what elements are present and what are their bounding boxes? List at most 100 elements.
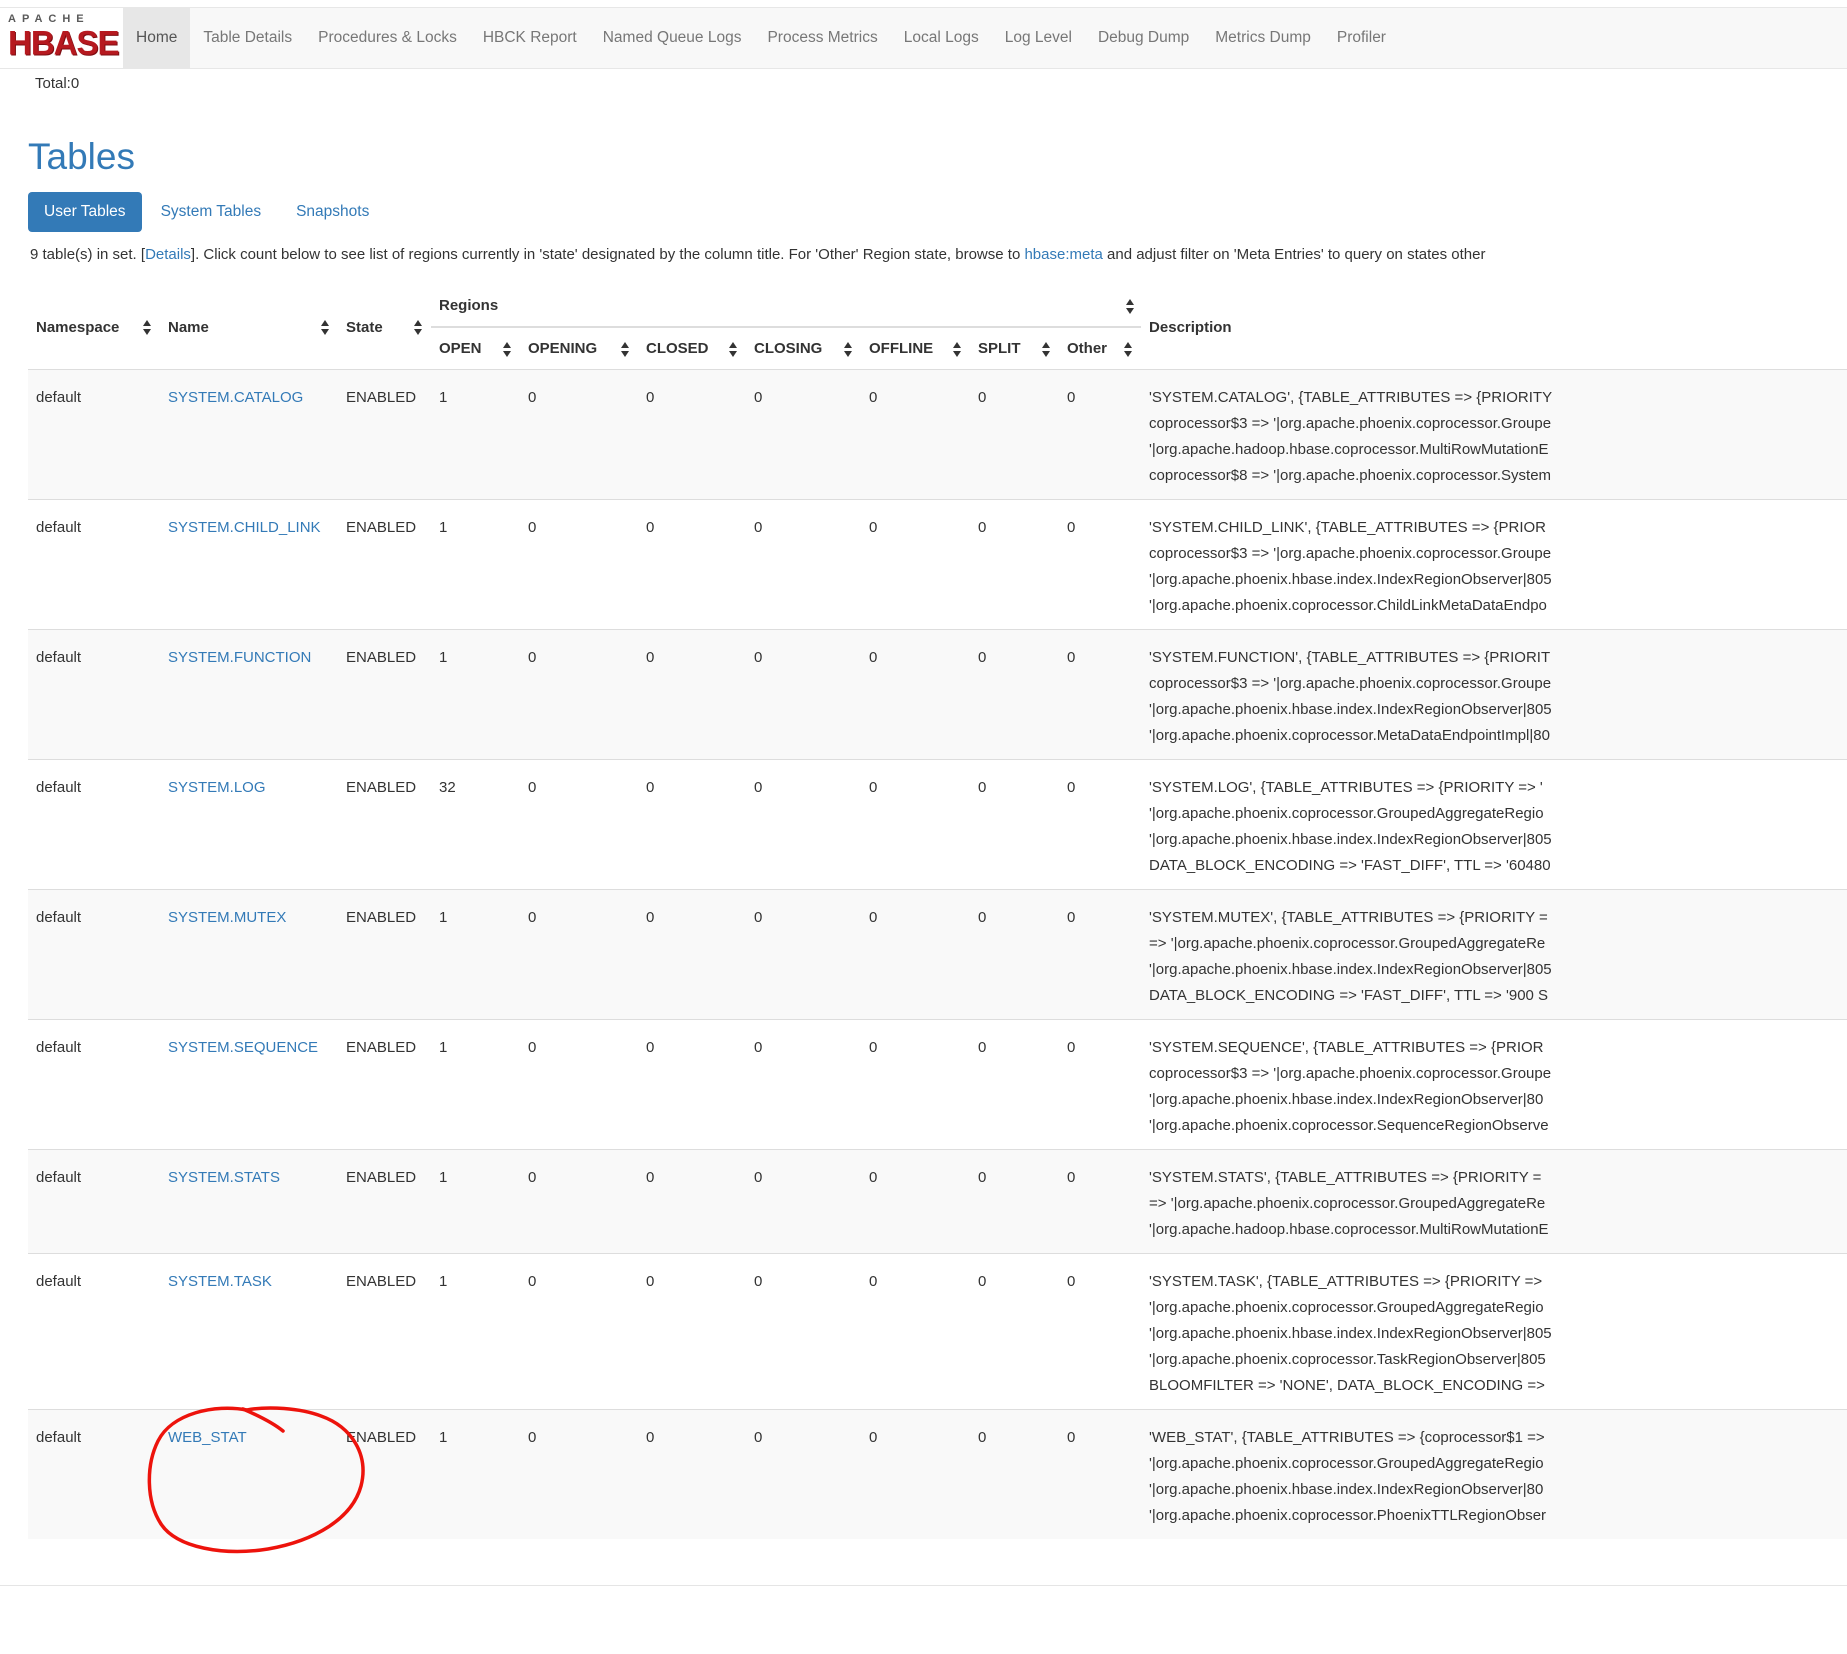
split-count-cell[interactable]: 0 — [970, 760, 1059, 890]
closing-count-cell[interactable]: 0 — [746, 1020, 861, 1150]
offline-count-cell[interactable]: 0 — [861, 630, 970, 760]
offline-count-cell[interactable]: 0 — [861, 500, 970, 630]
tab-user-tables-label[interactable]: User Tables — [28, 192, 142, 232]
open-count-cell[interactable]: 1 — [431, 890, 520, 1020]
split-count-cell[interactable]: 0 — [970, 500, 1059, 630]
other-count-cell[interactable]: 0 — [1059, 1410, 1141, 1540]
nav-item-procedures-locks-label[interactable]: Procedures & Locks — [305, 8, 470, 68]
nav-item-process-metrics-label[interactable]: Process Metrics — [754, 8, 890, 68]
nav-item-table-details-label[interactable]: Table Details — [190, 8, 305, 68]
table-name-link[interactable]: SYSTEM.SEQUENCE — [168, 1039, 318, 1056]
sort-icon[interactable] — [953, 342, 962, 357]
sort-icon[interactable] — [143, 320, 152, 335]
offline-count-cell[interactable]: 0 — [861, 1410, 970, 1540]
nav-item-debug-dump[interactable]: Debug Dump — [1085, 8, 1202, 68]
other-count-cell[interactable]: 0 — [1059, 1254, 1141, 1410]
split-count-cell[interactable]: 0 — [970, 1410, 1059, 1540]
open-count-cell[interactable]: 1 — [431, 1410, 520, 1540]
other-count-cell[interactable]: 0 — [1059, 890, 1141, 1020]
nav-item-named-queue-logs-label[interactable]: Named Queue Logs — [590, 8, 755, 68]
tab-user-tables[interactable]: User Tables — [28, 192, 142, 232]
table-name-link[interactable]: SYSTEM.LOG — [168, 779, 266, 796]
closing-count-cell[interactable]: 0 — [746, 630, 861, 760]
open-count-cell[interactable]: 1 — [431, 1020, 520, 1150]
tab-snapshots-label[interactable]: Snapshots — [280, 192, 385, 232]
split-count-cell[interactable]: 0 — [970, 1254, 1059, 1410]
opening-count-cell[interactable]: 0 — [520, 1150, 638, 1254]
closing-count-cell[interactable]: 0 — [746, 1150, 861, 1254]
tab-snapshots[interactable]: Snapshots — [280, 192, 385, 232]
split-count-cell[interactable]: 0 — [970, 370, 1059, 500]
nav-item-hbck-report-label[interactable]: HBCK Report — [470, 8, 590, 68]
nav-item-profiler[interactable]: Profiler — [1324, 8, 1399, 68]
sort-icon[interactable] — [844, 342, 853, 357]
sort-icon[interactable] — [503, 342, 512, 357]
offline-count-cell[interactable]: 0 — [861, 890, 970, 1020]
other-count-cell[interactable]: 0 — [1059, 760, 1141, 890]
offline-count-cell[interactable]: 0 — [861, 370, 970, 500]
sort-icon[interactable] — [1042, 342, 1051, 357]
offline-count-cell[interactable]: 0 — [861, 1150, 970, 1254]
nav-item-log-level-label[interactable]: Log Level — [992, 8, 1085, 68]
offline-count-cell[interactable]: 0 — [861, 1020, 970, 1150]
offline-count-cell[interactable]: 0 — [861, 760, 970, 890]
sort-icon[interactable] — [621, 342, 630, 357]
details-link[interactable]: Details — [145, 246, 191, 263]
other-count-cell[interactable]: 0 — [1059, 630, 1141, 760]
other-count-cell[interactable]: 0 — [1059, 500, 1141, 630]
open-count-cell[interactable]: 32 — [431, 760, 520, 890]
opening-count-cell[interactable]: 0 — [520, 1410, 638, 1540]
other-count-cell[interactable]: 0 — [1059, 1020, 1141, 1150]
table-name-link[interactable]: SYSTEM.FUNCTION — [168, 649, 311, 666]
opening-count-cell[interactable]: 0 — [520, 630, 638, 760]
open-count-cell[interactable]: 1 — [431, 1150, 520, 1254]
split-count-cell[interactable]: 0 — [970, 1020, 1059, 1150]
hbase-meta-link[interactable]: hbase:meta — [1024, 246, 1102, 263]
closing-count-cell[interactable]: 0 — [746, 370, 861, 500]
closed-count-cell[interactable]: 0 — [638, 1150, 746, 1254]
opening-count-cell[interactable]: 0 — [520, 890, 638, 1020]
nav-item-home[interactable]: Home — [123, 8, 190, 68]
open-count-cell[interactable]: 1 — [431, 1254, 520, 1410]
split-count-cell[interactable]: 0 — [970, 890, 1059, 1020]
open-count-cell[interactable]: 1 — [431, 500, 520, 630]
opening-count-cell[interactable]: 0 — [520, 370, 638, 500]
nav-item-debug-dump-label[interactable]: Debug Dump — [1085, 8, 1202, 68]
closed-count-cell[interactable]: 0 — [638, 1254, 746, 1410]
nav-item-profiler-label[interactable]: Profiler — [1324, 8, 1399, 68]
opening-count-cell[interactable]: 0 — [520, 760, 638, 890]
open-count-cell[interactable]: 1 — [431, 370, 520, 500]
opening-count-cell[interactable]: 0 — [520, 1020, 638, 1150]
closing-count-cell[interactable]: 0 — [746, 1410, 861, 1540]
closed-count-cell[interactable]: 0 — [638, 1410, 746, 1540]
offline-count-cell[interactable]: 0 — [861, 1254, 970, 1410]
table-name-link[interactable]: SYSTEM.MUTEX — [168, 909, 286, 926]
hbase-logo[interactable]: APACHE HBASE — [0, 8, 123, 68]
nav-item-log-level[interactable]: Log Level — [992, 8, 1085, 68]
sort-icon[interactable] — [1126, 299, 1135, 314]
closed-count-cell[interactable]: 0 — [638, 890, 746, 1020]
table-name-link[interactable]: SYSTEM.TASK — [168, 1273, 272, 1290]
closed-count-cell[interactable]: 0 — [638, 760, 746, 890]
nav-item-named-queue-logs[interactable]: Named Queue Logs — [590, 8, 755, 68]
table-name-link[interactable]: SYSTEM.CHILD_LINK — [168, 519, 321, 536]
nav-item-hbck-report[interactable]: HBCK Report — [470, 8, 590, 68]
closed-count-cell[interactable]: 0 — [638, 370, 746, 500]
table-name-link[interactable]: SYSTEM.STATS — [168, 1169, 280, 1186]
nav-item-table-details[interactable]: Table Details — [190, 8, 305, 68]
sort-icon[interactable] — [1124, 342, 1133, 357]
closing-count-cell[interactable]: 0 — [746, 500, 861, 630]
nav-item-local-logs-label[interactable]: Local Logs — [891, 8, 992, 68]
nav-item-metrics-dump-label[interactable]: Metrics Dump — [1202, 8, 1324, 68]
other-count-cell[interactable]: 0 — [1059, 1150, 1141, 1254]
split-count-cell[interactable]: 0 — [970, 1150, 1059, 1254]
nav-item-local-logs[interactable]: Local Logs — [891, 8, 992, 68]
closed-count-cell[interactable]: 0 — [638, 500, 746, 630]
nav-item-home-label[interactable]: Home — [123, 8, 190, 68]
closing-count-cell[interactable]: 0 — [746, 1254, 861, 1410]
opening-count-cell[interactable]: 0 — [520, 1254, 638, 1410]
sort-icon[interactable] — [414, 320, 423, 335]
sort-icon[interactable] — [729, 342, 738, 357]
table-name-link[interactable]: SYSTEM.CATALOG — [168, 389, 303, 406]
nav-item-procedures-locks[interactable]: Procedures & Locks — [305, 8, 470, 68]
